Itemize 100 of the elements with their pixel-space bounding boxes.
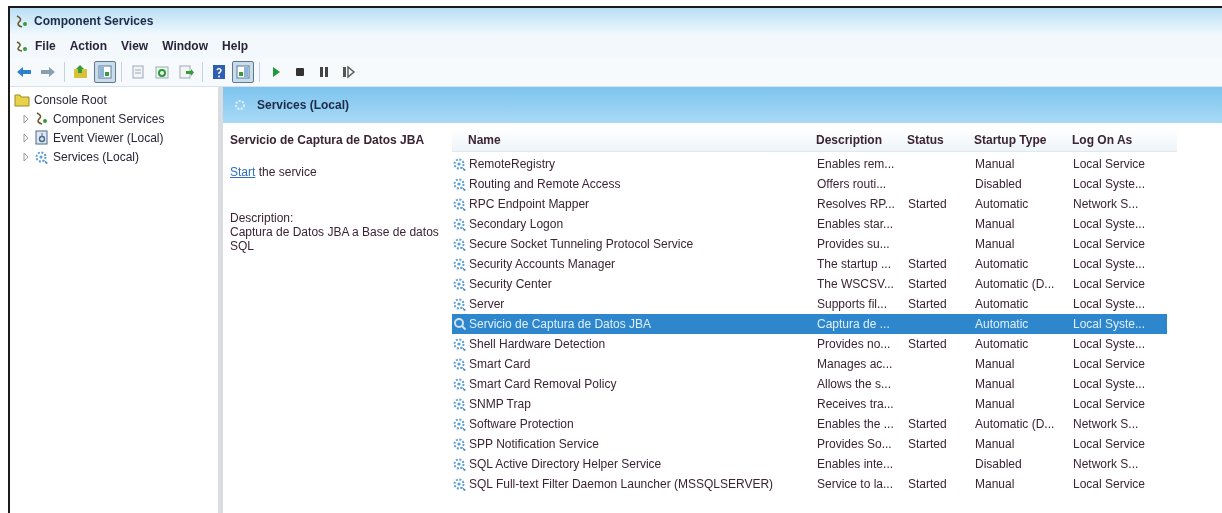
table-cell-text: Servicio de Captura de Datos JBA xyxy=(468,317,653,331)
table-cell-text: Disabled xyxy=(974,177,1023,191)
table-row[interactable]: Security Accounts Manager The startup ... Started Automatic Local Syste... xyxy=(452,254,1167,274)
table-row[interactable]: SQL Active Directory Helper Service Enables inte... Disabled Network S... xyxy=(452,454,1167,474)
table-cell-text: Local Service xyxy=(1072,357,1147,371)
table-cell-text: Local Syste... xyxy=(1072,177,1147,191)
expand-arrow-icon[interactable] xyxy=(22,151,30,162)
description-text: Captura de Datos JBA a Base de datos SQL xyxy=(230,225,440,253)
table-cell-text: SQL Full-text Filter Daemon Launcher (MSSQLSERVER) xyxy=(468,477,775,491)
table-row[interactable]: Software Protection Enables the ... Started Automatic (D... Network S... xyxy=(452,414,1167,434)
properties-icon xyxy=(129,63,147,81)
tree-item[interactable]: Event Viewer (Local) xyxy=(53,130,164,145)
table-cell-text: Enables rem... xyxy=(816,157,896,171)
table-cell-text: Captura de ... xyxy=(816,317,891,331)
table-cell-text: Local Service xyxy=(1072,157,1147,171)
table-row[interactable]: Routing and Remote Access Offers routi... Disabled Local Syste... xyxy=(452,174,1167,194)
expand-arrow-icon[interactable] xyxy=(22,132,30,143)
table-row[interactable]: SQL Full-text Filter Daemon Launcher (MSSQLSERVER) Service to la... Started Manual Local Service xyxy=(452,474,1167,494)
column-header[interactable]: Name xyxy=(468,133,816,147)
gear-icon xyxy=(34,149,49,164)
table-cell-text: Local Service xyxy=(1072,437,1147,451)
table-cell-text: Resolves RP... xyxy=(816,197,896,211)
table-cell-text: Manages ac... xyxy=(816,357,894,371)
table-cell-text: Started xyxy=(907,437,948,451)
gear-icon xyxy=(233,98,247,112)
table-cell-text: Automatic xyxy=(974,317,1030,331)
table-cell-text: RemoteRegistry xyxy=(468,157,557,171)
gear-icon xyxy=(452,276,467,292)
gear-icon xyxy=(452,476,467,492)
table-cell-text: Local Syste... xyxy=(1072,257,1147,271)
pane-title: Services (Local) xyxy=(257,98,350,112)
table-cell-text: Started xyxy=(907,197,948,211)
action-pane-button[interactable] xyxy=(232,61,254,83)
table-row[interactable]: SNMP Trap Receives tra... Manual Local Service xyxy=(452,394,1167,414)
table-cell-text: The startup ... xyxy=(816,257,893,271)
table-row[interactable]: Secondary Logon Enables star... Manual Local Syste... xyxy=(452,214,1167,234)
table-cell-text: Manual xyxy=(974,157,1016,171)
table-cell-text: Local Syste... xyxy=(1072,377,1147,391)
table-row[interactable]: Security Center The WSCSV... Started Automatic (D... Local Service xyxy=(452,274,1167,294)
tree-item[interactable]: Services (Local) xyxy=(53,149,140,164)
column-header[interactable]: Description xyxy=(816,133,907,147)
table-cell-text: Automatic xyxy=(974,297,1030,311)
refresh-icon xyxy=(153,63,171,81)
column-header[interactable]: Log On As xyxy=(1072,133,1167,147)
table-cell-text: Disabled xyxy=(974,457,1023,471)
menu-item[interactable]: Action xyxy=(62,39,114,53)
column-header[interactable]: Status xyxy=(907,133,974,147)
start-link[interactable]: Start xyxy=(230,165,256,179)
table-cell-text: Local Service xyxy=(1072,277,1147,291)
table-cell-text: Supports fil... xyxy=(816,297,889,311)
table-cell-text: Local Syste... xyxy=(1072,217,1147,231)
gear-icon xyxy=(452,216,467,232)
table-row[interactable]: SPP Notification Service Provides So... Started Manual Local Service xyxy=(452,434,1167,454)
table-row[interactable]: Smart Card Manages ac... Manual Local Service xyxy=(452,354,1167,374)
table-row[interactable]: RPC Endpoint Mapper Resolves RP... Started Automatic Network S... xyxy=(452,194,1167,214)
menu-item[interactable]: Window xyxy=(155,39,216,53)
console-tree-button[interactable] xyxy=(94,61,116,83)
table-cell-text: Started xyxy=(907,417,948,431)
gear-icon xyxy=(452,356,467,372)
gear-icon xyxy=(452,376,467,392)
menu-item[interactable]: File xyxy=(28,39,63,53)
table-cell-text: Network S... xyxy=(1072,417,1140,431)
table-cell-text: Automatic (D... xyxy=(974,417,1056,431)
table-cell-text: Shell Hardware Detection xyxy=(468,337,607,351)
table-cell-text: Enables the ... xyxy=(816,417,895,431)
tree-item[interactable]: Component Services xyxy=(53,111,165,126)
table-cell-text: Manual xyxy=(974,397,1016,411)
expand-arrow-icon[interactable] xyxy=(22,113,30,124)
table-cell-text: Smart Card xyxy=(468,357,532,371)
table-cell-text: Manual xyxy=(974,477,1016,491)
tree-item[interactable]: Console Root xyxy=(34,92,107,107)
table-row[interactable]: Secure Socket Tunneling Protocol Service Provides su... Manual Local Service xyxy=(452,234,1167,254)
table-row[interactable]: Server Supports fil... Started Automatic Local Syste... xyxy=(452,294,1167,314)
folder-icon xyxy=(14,92,30,107)
action-pane-icon xyxy=(234,63,252,81)
table-cell-text: Started xyxy=(907,257,948,271)
table-cell-text: Local Service xyxy=(1072,237,1147,251)
gear-icon xyxy=(452,296,467,312)
table-cell-text: Started xyxy=(907,477,948,491)
gear-icon xyxy=(452,396,467,412)
table-cell-text: Manual xyxy=(974,377,1016,391)
table-cell-text: Provides su... xyxy=(816,237,891,251)
app-menu-icon[interactable] xyxy=(14,39,28,53)
table-cell-text: Offers routi... xyxy=(816,177,888,191)
table-cell-text: Started xyxy=(907,337,948,351)
table-cell-text: RPC Endpoint Mapper xyxy=(468,197,591,211)
table-cell-text: Security Accounts Manager xyxy=(468,257,617,271)
column-header[interactable]: Startup Type xyxy=(974,133,1072,147)
menu-item[interactable]: View xyxy=(114,39,156,53)
table-cell-text: Server xyxy=(468,297,506,311)
menu-item[interactable]: Help xyxy=(215,39,256,53)
table-cell-text: Receives tra... xyxy=(816,397,895,411)
gear-icon xyxy=(452,236,467,252)
table-row[interactable]: Smart Card Removal Policy Allows the s... Manual Local Syste... xyxy=(452,374,1167,394)
table-cell-text: Network S... xyxy=(1072,457,1140,471)
table-cell-text: Local Syste... xyxy=(1072,297,1147,311)
table-cell-text: Security Center xyxy=(468,277,553,291)
table-row[interactable]: Shell Hardware Detection Provides no... Started Automatic Local Syste... xyxy=(452,334,1167,354)
table-row[interactable]: RemoteRegistry Enables rem... Manual Local Service xyxy=(452,154,1167,174)
export-icon xyxy=(177,63,195,81)
